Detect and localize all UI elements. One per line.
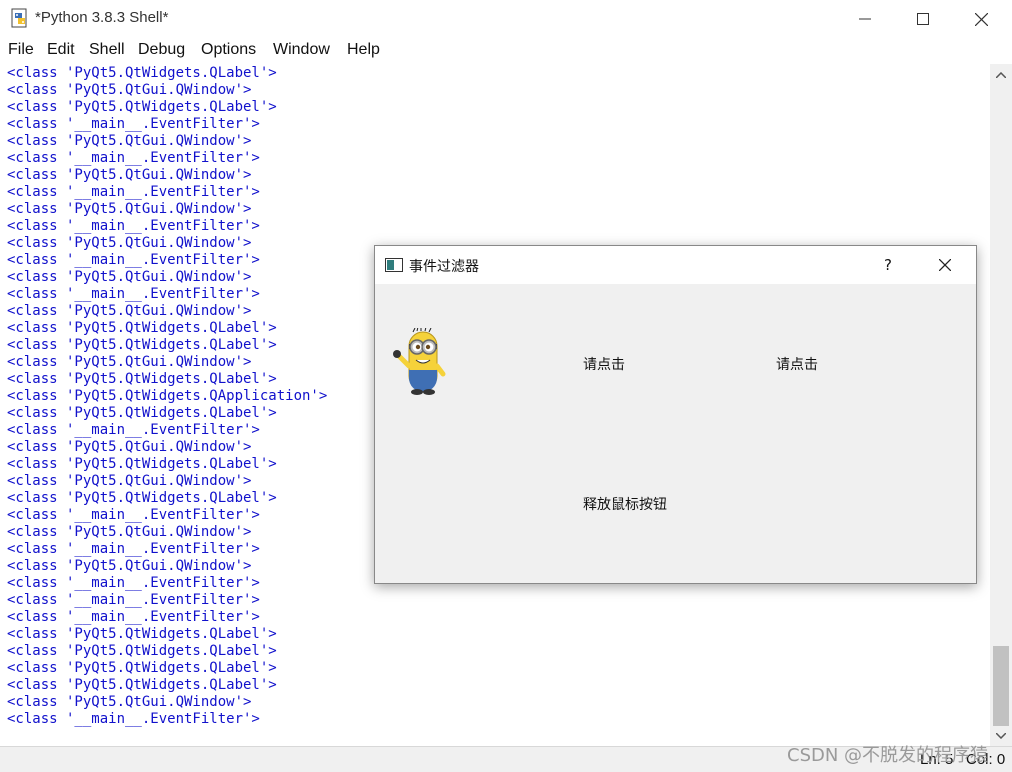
scroll-down-icon[interactable] bbox=[990, 727, 1012, 744]
watermark: CSDN @不脱发的程序猿 bbox=[787, 745, 989, 766]
shell-line: <class '__main__.EventFilter'> bbox=[7, 286, 260, 302]
python-idle-icon bbox=[11, 8, 27, 28]
close-button[interactable] bbox=[952, 0, 1010, 38]
shell-line: <class 'PyQt5.QtGui.QWindow'> bbox=[7, 694, 252, 710]
shell-line: <class 'PyQt5.QtGui.QWindow'> bbox=[7, 235, 252, 251]
menu-bar: File Edit Shell Debug Options Window Hel… bbox=[0, 38, 1012, 64]
shell-line: <class 'PyQt5.QtGui.QWindow'> bbox=[7, 558, 252, 574]
minion-icon[interactable] bbox=[387, 328, 453, 398]
dialog-close-button[interactable] bbox=[923, 246, 967, 284]
scrollbar-thumb[interactable] bbox=[993, 646, 1009, 726]
shell-line: <class 'PyQt5.QtWidgets.QLabel'> bbox=[7, 660, 277, 676]
shell-line: <class '__main__.EventFilter'> bbox=[7, 184, 260, 200]
scroll-up-icon[interactable] bbox=[990, 66, 1012, 83]
vertical-scrollbar[interactable] bbox=[990, 64, 1012, 746]
shell-line: <class '__main__.EventFilter'> bbox=[7, 252, 260, 268]
shell-line: <class 'PyQt5.QtWidgets.QLabel'> bbox=[7, 337, 277, 353]
shell-line: <class 'PyQt5.QtWidgets.QApplication'> bbox=[7, 388, 328, 404]
dialog-help-button[interactable]: ? bbox=[873, 252, 903, 278]
shell-line: <class 'PyQt5.QtWidgets.QLabel'> bbox=[7, 677, 277, 693]
shell-line: <class '__main__.EventFilter'> bbox=[7, 592, 260, 608]
shell-line: <class 'PyQt5.QtGui.QWindow'> bbox=[7, 269, 252, 285]
shell-line: <class 'PyQt5.QtGui.QWindow'> bbox=[7, 473, 252, 489]
shell-line: <class 'PyQt5.QtWidgets.QLabel'> bbox=[7, 643, 277, 659]
shell-line: <class '__main__.EventFilter'> bbox=[7, 711, 260, 727]
minimize-button[interactable] bbox=[836, 0, 894, 38]
window-icon bbox=[385, 258, 403, 272]
event-filter-dialog: 事件过滤器 ? 请点击 请点击 释放鼠标按钮 bbox=[374, 245, 977, 584]
shell-line: <class 'PyQt5.QtWidgets.QLabel'> bbox=[7, 99, 277, 115]
shell-line: <class 'PyQt5.QtWidgets.QLabel'> bbox=[7, 456, 277, 472]
shell-line: <class 'PyQt5.QtGui.QWindow'> bbox=[7, 524, 252, 540]
menu-help[interactable]: Help bbox=[347, 41, 380, 59]
shell-line: <class 'PyQt5.QtGui.QWindow'> bbox=[7, 354, 252, 370]
shell-line: <class '__main__.EventFilter'> bbox=[7, 507, 260, 523]
shell-line: <class '__main__.EventFilter'> bbox=[7, 150, 260, 166]
menu-file[interactable]: File bbox=[8, 41, 34, 59]
shell-line: <class '__main__.EventFilter'> bbox=[7, 541, 260, 557]
menu-debug[interactable]: Debug bbox=[138, 41, 185, 59]
menu-window[interactable]: Window bbox=[273, 41, 330, 59]
click-label-1[interactable]: 请点击 bbox=[583, 354, 625, 374]
shell-line: <class 'PyQt5.QtWidgets.QLabel'> bbox=[7, 626, 277, 642]
menu-options[interactable]: Options bbox=[201, 41, 256, 59]
shell-line: <class 'PyQt5.QtWidgets.QLabel'> bbox=[7, 371, 277, 387]
shell-line: <class 'PyQt5.QtWidgets.QLabel'> bbox=[7, 490, 277, 506]
shell-line: <class '__main__.EventFilter'> bbox=[7, 218, 260, 234]
release-mouse-label: 释放鼠标按钮 bbox=[583, 497, 667, 513]
shell-line: <class 'PyQt5.QtWidgets.QLabel'> bbox=[7, 65, 277, 81]
window-titlebar: *Python 3.8.3 Shell* bbox=[0, 0, 1012, 38]
click-label-2[interactable]: 请点击 bbox=[776, 354, 818, 374]
close-icon bbox=[939, 259, 951, 271]
shell-line: <class 'PyQt5.QtGui.QWindow'> bbox=[7, 133, 252, 149]
window-title: *Python 3.8.3 Shell* bbox=[35, 9, 169, 26]
shell-line: <class '__main__.EventFilter'> bbox=[7, 609, 260, 625]
maximize-button[interactable] bbox=[894, 0, 952, 38]
dialog-titlebar: 事件过滤器 ? bbox=[375, 246, 976, 284]
menu-edit[interactable]: Edit bbox=[47, 41, 75, 59]
maximize-icon bbox=[917, 13, 929, 25]
dialog-title: 事件过滤器 bbox=[409, 259, 479, 275]
minimize-icon bbox=[859, 18, 871, 20]
shell-line: <class '__main__.EventFilter'> bbox=[7, 575, 260, 591]
shell-line: <class '__main__.EventFilter'> bbox=[7, 422, 260, 438]
shell-line: <class 'PyQt5.QtWidgets.QLabel'> bbox=[7, 405, 277, 421]
shell-line: <class '__main__.EventFilter'> bbox=[7, 116, 260, 132]
shell-line: <class 'PyQt5.QtGui.QWindow'> bbox=[7, 201, 252, 217]
shell-line: <class 'PyQt5.QtGui.QWindow'> bbox=[7, 82, 252, 98]
menu-shell[interactable]: Shell bbox=[89, 41, 125, 59]
shell-line: <class 'PyQt5.QtWidgets.QLabel'> bbox=[7, 320, 277, 336]
shell-line: <class 'PyQt5.QtGui.QWindow'> bbox=[7, 439, 252, 455]
shell-line: <class 'PyQt5.QtGui.QWindow'> bbox=[7, 167, 252, 183]
close-icon bbox=[974, 12, 988, 26]
shell-line: <class 'PyQt5.QtGui.QWindow'> bbox=[7, 303, 252, 319]
